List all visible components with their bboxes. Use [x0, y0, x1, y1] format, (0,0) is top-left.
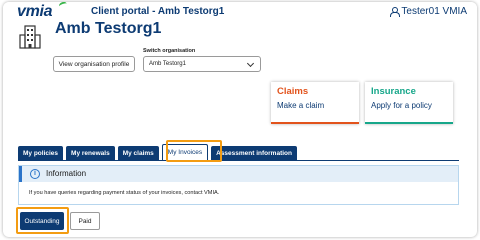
tab-my-policies[interactable]: My policies: [18, 146, 64, 160]
chevron-down-icon: [246, 59, 255, 68]
user-name: Tester01 VMIA: [401, 6, 467, 17]
tab-my-invoices[interactable]: My Invoices: [161, 144, 209, 160]
outstanding-filter-button[interactable]: Outstanding: [20, 212, 64, 230]
information-title: Information: [46, 169, 87, 178]
organisation-name: Amb Testorg1: [55, 20, 162, 37]
information-header: i Information: [19, 166, 458, 182]
top-bar: vmia Client portal - Amb Testorg1 Tester…: [3, 2, 477, 22]
tab-bar: My policies My renewals My claims My Inv…: [18, 144, 297, 160]
vmia-logo[interactable]: vmia: [17, 3, 53, 21]
claims-card-accent: [271, 122, 359, 124]
building-icon: [19, 25, 41, 49]
tab-divider: [18, 160, 459, 161]
apply-for-policy-link[interactable]: Apply for a policy: [371, 101, 432, 110]
user-icon: [390, 7, 401, 17]
portal-title: Client portal - Amb Testorg1: [91, 6, 225, 17]
info-icon: i: [30, 169, 40, 179]
view-organisation-profile-button[interactable]: View organisation profile: [53, 56, 135, 72]
claims-card-title: Claims: [277, 86, 309, 97]
switch-organisation-value: Amb Testorg1: [149, 61, 186, 67]
tab-my-renewals[interactable]: My renewals: [66, 146, 115, 160]
information-text: If you have queries regarding payment st…: [29, 190, 220, 196]
tab-my-claims[interactable]: My claims: [117, 146, 159, 160]
app-window: vmia Client portal - Amb Testorg1 Tester…: [3, 2, 477, 237]
switch-organisation-label: Switch organisation: [143, 48, 196, 54]
insurance-card-accent: [365, 122, 453, 124]
logo-swoosh-icon: [58, 2, 68, 10]
information-panel: i Information If you have queries regard…: [18, 165, 459, 205]
user-menu[interactable]: Tester01 VMIA: [390, 6, 467, 17]
tab-assessment-information[interactable]: Assessment information: [211, 146, 297, 160]
make-a-claim-link[interactable]: Make a claim: [277, 101, 324, 110]
insurance-card[interactable]: Insurance Apply for a policy: [365, 82, 453, 124]
paid-filter-button[interactable]: Paid: [70, 212, 100, 230]
insurance-card-title: Insurance: [371, 86, 416, 97]
switch-organisation-select[interactable]: Amb Testorg1: [143, 56, 261, 72]
claims-card[interactable]: Claims Make a claim: [271, 82, 359, 124]
